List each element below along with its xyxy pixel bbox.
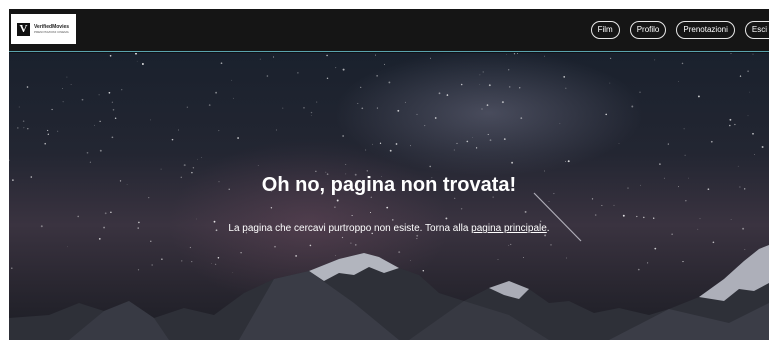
logo-mark-icon: V bbox=[17, 22, 30, 36]
site-logo[interactable]: V VerifiedMovies PRENOTAZIONI CINEMA bbox=[11, 14, 76, 44]
page-title: Oh no, pagina non trovata! bbox=[261, 174, 517, 196]
main-nav: Film Profilo Prenotazioni Esci bbox=[590, 21, 769, 39]
nav-prenotazioni-button[interactable]: Prenotazioni bbox=[676, 21, 735, 39]
error-message: La pagina che cercavi purtroppo non esis… bbox=[9, 223, 769, 234]
nav-film-button[interactable]: Film bbox=[590, 21, 620, 39]
nav-profilo-button[interactable]: Profilo bbox=[629, 21, 667, 39]
error-message-text: La pagina che cercavi purtroppo non esis… bbox=[228, 223, 469, 234]
navbar: V VerifiedMovies PRENOTAZIONI CINEMA Fil… bbox=[9, 9, 769, 52]
home-page-link[interactable]: pagina principale bbox=[471, 223, 547, 234]
browser-viewport: V VerifiedMovies PRENOTAZIONI CINEMA Fil… bbox=[9, 9, 769, 340]
logo-wordmark: VerifiedMovies PRENOTAZIONI CINEMA bbox=[34, 23, 70, 34]
hero-background: Oh no, pagina non trovata! La pagina che… bbox=[9, 53, 769, 340]
logo-name: VerifiedMovies bbox=[34, 23, 70, 30]
logo-tagline: PRENOTAZIONI CINEMA bbox=[34, 29, 69, 34]
error-message-suffix: . bbox=[546, 223, 550, 234]
nav-esci-button[interactable]: Esci bbox=[744, 21, 769, 39]
